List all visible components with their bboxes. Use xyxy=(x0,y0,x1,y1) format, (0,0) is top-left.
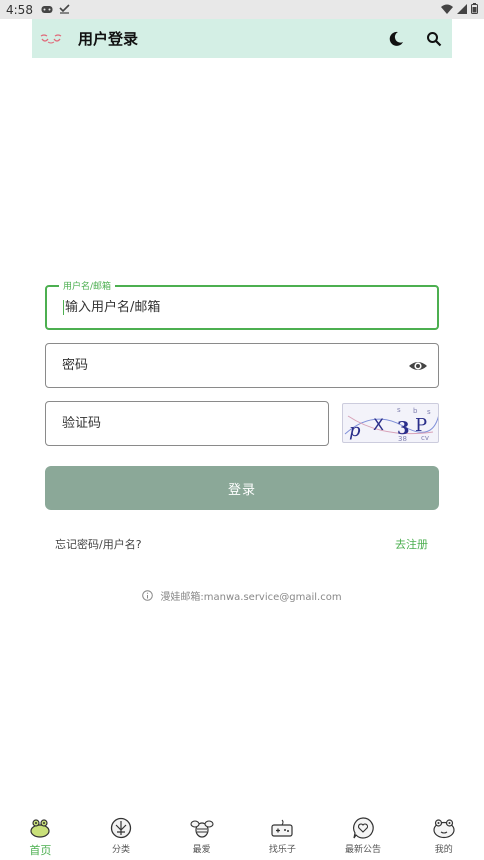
show-password-icon[interactable] xyxy=(408,356,428,376)
contact-email-text: 漫娃邮箱:manwa.service@gmail.com xyxy=(160,592,342,603)
contact-info: 漫娃邮箱:manwa.service@gmail.com xyxy=(0,588,484,603)
svg-text:s: s xyxy=(397,406,401,414)
bottom-navigation: 首页 分类 最爱 找乐子 最新公告 我的 xyxy=(0,812,484,860)
captcha-image[interactable]: p X 3 P s b s 38 cv xyxy=(342,403,439,443)
text-cursor xyxy=(63,300,64,315)
status-bar: 4:58 xyxy=(0,0,484,19)
register-link[interactable]: 去注册 xyxy=(395,536,428,552)
category-icon xyxy=(109,816,133,840)
profile-icon xyxy=(432,816,456,840)
page-title: 用户登录 xyxy=(78,30,139,48)
wifi-icon xyxy=(441,3,453,17)
username-input[interactable] xyxy=(65,300,365,315)
nav-item-category[interactable]: 分类 xyxy=(81,812,162,860)
password-input[interactable] xyxy=(62,358,362,373)
favorite-icon xyxy=(190,816,214,840)
dark-mode-icon[interactable] xyxy=(386,29,406,49)
svg-text:s: s xyxy=(427,408,431,416)
svg-text:b: b xyxy=(413,407,418,415)
svg-text:38: 38 xyxy=(398,435,407,443)
signal-icon xyxy=(457,3,467,17)
info-icon xyxy=(142,590,154,601)
svg-text:cv: cv xyxy=(421,434,429,442)
gamepad-icon xyxy=(41,3,53,17)
svg-text:p: p xyxy=(349,420,361,441)
app-bar: 用户登录 xyxy=(32,19,452,58)
check-icon xyxy=(59,3,70,17)
home-icon xyxy=(28,816,52,840)
nav-label-category: 分类 xyxy=(112,845,131,855)
status-time: 4:58 xyxy=(6,2,33,17)
nav-item-game[interactable]: 找乐子 xyxy=(242,812,323,860)
nav-item-favorite[interactable]: 最爱 xyxy=(161,812,242,860)
nav-label-home: 首页 xyxy=(29,844,52,857)
nav-label-game: 找乐子 xyxy=(268,845,296,855)
nav-label-favorite: 最爱 xyxy=(192,845,211,855)
nav-item-profile[interactable]: 我的 xyxy=(403,812,484,860)
captcha-input[interactable] xyxy=(62,416,302,431)
nav-item-announcement[interactable]: 最新公告 xyxy=(323,812,404,860)
login-button[interactable]: 登录 xyxy=(45,466,439,510)
svg-text:X: X xyxy=(373,415,384,434)
nav-item-home[interactable]: 首页 xyxy=(0,812,81,860)
announcement-icon xyxy=(351,816,375,840)
captcha-field[interactable] xyxy=(45,401,329,446)
search-icon[interactable] xyxy=(424,29,444,49)
svg-text:P: P xyxy=(415,415,427,436)
forgot-password-link[interactable]: 忘记密码/用户名? xyxy=(55,536,142,552)
password-field[interactable] xyxy=(45,343,439,388)
username-field[interactable]: 用户名/邮箱 xyxy=(45,279,439,330)
nav-label-profile: 我的 xyxy=(434,845,453,855)
battery-icon xyxy=(471,2,478,17)
nav-label-announcement: 最新公告 xyxy=(345,845,382,855)
username-label: 用户名/邮箱 xyxy=(59,279,116,292)
game-icon xyxy=(270,816,294,840)
app-logo-icon xyxy=(40,32,64,46)
